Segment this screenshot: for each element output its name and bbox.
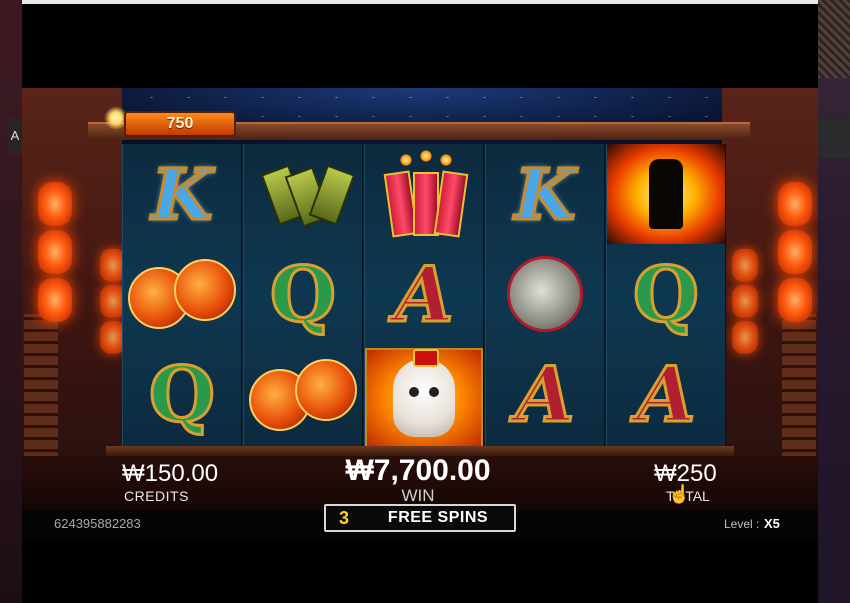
symbol-k: K <box>150 151 214 237</box>
outer-left-strip <box>0 80 22 603</box>
symbol-wolf-icon <box>607 144 725 244</box>
credits-value: ₩150.00 <box>122 460 219 487</box>
red-lantern-icon <box>38 182 72 332</box>
win-label: WIN <box>401 486 435 505</box>
symbol-q: Q <box>147 348 216 440</box>
red-lantern-icon <box>732 248 758 362</box>
symbol-a: A <box>635 348 697 440</box>
reel-2: Q <box>243 144 363 446</box>
win-value: ₩7,700.00 <box>345 454 491 487</box>
red-lantern-icon <box>778 182 812 332</box>
symbol-q: Q <box>631 248 700 340</box>
outer-left-tab-label: A <box>10 128 20 143</box>
level-value: X5 <box>764 516 780 531</box>
level-label: Level : <box>724 517 760 531</box>
reel-1: K Q <box>122 144 242 446</box>
outer-right-decoration <box>818 0 850 78</box>
symbol-alpaca-icon <box>365 348 483 448</box>
symbol-bells-icon <box>244 144 362 244</box>
free-spins-label: FREE SPINS <box>387 509 489 526</box>
game-window: 750 K Q Q A K A Q A ₩150.00 CREDITS ₩7,7… <box>22 4 818 603</box>
hand-cursor-icon: ☝ <box>668 484 691 504</box>
jackpot-value: 750 <box>166 115 194 132</box>
symbol-a: A <box>393 248 455 340</box>
lattice-right <box>782 314 816 464</box>
symbol-lanterns-icon <box>244 344 362 444</box>
reel-5: Q A <box>606 144 726 446</box>
reel-grid[interactable]: K Q Q A K A Q A <box>122 144 726 448</box>
lattice-left <box>24 314 58 464</box>
free-spins-count: 3 <box>338 507 349 528</box>
symbol-gong-icon <box>486 244 604 344</box>
outer-right-strip <box>818 0 850 603</box>
symbol-lanterns-icon <box>123 244 241 344</box>
symbol-a: A <box>514 348 576 440</box>
outer-right-panel <box>818 118 850 158</box>
reel-3: A <box>364 144 484 448</box>
free-spins-counter: 3 FREE SPINS <box>324 504 516 532</box>
outer-left-tab[interactable]: A <box>8 118 22 154</box>
credits-label: CREDITS <box>124 488 189 504</box>
symbol-k: K <box>513 151 577 237</box>
symbol-q: Q <box>268 248 337 340</box>
jackpot-meter: 750 <box>124 111 236 137</box>
symbol-firecrackers-icon <box>365 144 483 244</box>
reel-4: K A <box>485 144 605 446</box>
session-id: 624395882283 <box>54 516 141 531</box>
